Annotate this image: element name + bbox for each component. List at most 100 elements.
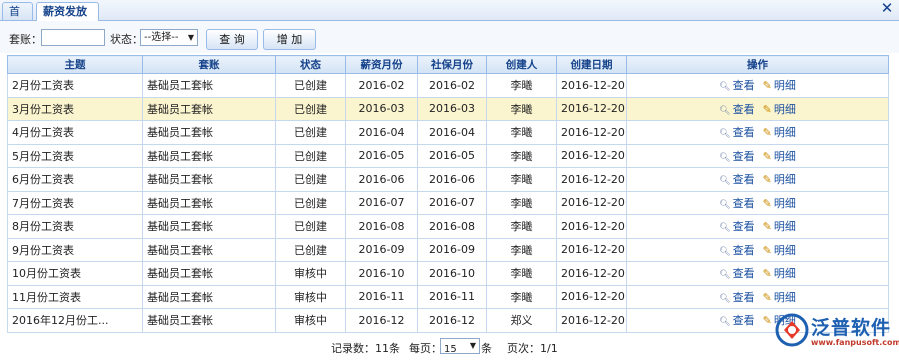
view-link[interactable]: 🔍︎ 查看	[719, 291, 754, 304]
view-link[interactable]: 🔍︎ 查看	[719, 79, 754, 92]
view-link[interactable]: 🔍︎ 查看	[719, 126, 754, 139]
cell-date: 2016-12-20	[556, 284, 627, 309]
table-body: 2月份工资表 基础员工套帐 已创建 2016-02 2016-02 李曦 2016-12-2…	[7, 73, 889, 333]
detail-link-label: 明细	[773, 126, 796, 140]
cell-date: 2016-12-20	[556, 190, 627, 215]
cell-actions: 🔍︎ 查看 ✎ 明细	[626, 237, 889, 262]
detail-link[interactable]: ✎ 明细	[763, 79, 796, 92]
view-link[interactable]: 🔍︎ 查看	[719, 314, 754, 327]
cell-creator: 李曦	[486, 237, 557, 262]
cell-actions: 🔍︎ 查看 ✎ 明细	[626, 167, 889, 192]
cell-status: 已创建	[275, 73, 346, 98]
cell-status: 已创建	[275, 167, 346, 192]
view-link[interactable]: 🔍︎ 查看	[719, 103, 754, 116]
table-row[interactable]: 5月份工资表 基础员工套帐 已创建 2016-05 2016-05 李曦 2016-12-2…	[7, 143, 889, 168]
pencil-icon: ✎	[762, 220, 772, 234]
table-row[interactable]: 10月份工资表 基础员工套帐 审核中 2016-10 2016-10 李曦 2016-12-…	[7, 261, 889, 286]
tab-salary-payment[interactable]: 薪资发放✕	[36, 2, 99, 35]
magnifier-icon: 🔍︎	[719, 82, 731, 93]
pencil-icon: ✎	[762, 243, 772, 257]
cell-subject: 4月份工资表	[7, 120, 143, 145]
table-row[interactable]: 11月份工资表 基础员工套帐 审核中 2016-11 2016-11 李曦 2016-12-…	[7, 284, 889, 309]
magnifier-icon: 🔍︎	[719, 317, 731, 328]
detail-link[interactable]: ✎ 明细	[763, 220, 796, 233]
cell-social-month: 2016-09	[417, 237, 487, 262]
cell-status: 已创建	[275, 237, 346, 262]
table-row[interactable]: 6月份工资表 基础员工套帐 已创建 2016-06 2016-06 李曦 2016-12-2…	[7, 167, 889, 192]
column-header: 创建人	[486, 55, 557, 74]
view-link-label: 查看	[732, 196, 755, 210]
cell-social-month: 2016-05	[417, 143, 487, 168]
query-button[interactable]: 查 询	[206, 29, 258, 50]
cell-social-month: 2016-10	[417, 261, 487, 286]
cell-account: 基础员工套帐	[142, 143, 276, 168]
cell-social-month: 2016-03	[417, 96, 487, 121]
view-link-label: 查看	[732, 220, 755, 234]
cell-account: 基础员工套帐	[142, 73, 276, 98]
cell-creator: 李曦	[486, 261, 557, 286]
table-row[interactable]: 7月份工资表 基础员工套帐 已创建 2016-07 2016-07 李曦 2016-12-2…	[7, 190, 889, 215]
page-indicator: 页次：1/1	[507, 342, 558, 355]
view-link[interactable]: 🔍︎ 查看	[719, 150, 754, 163]
logo-mark-icon	[775, 313, 809, 347]
table-row[interactable]: 2016年12月份工... 基础员工套帐 审核中 2016-12 2016-12 郑义 20…	[7, 308, 889, 333]
view-link[interactable]: 🔍︎ 查看	[719, 173, 754, 186]
add-button[interactable]: 增 加	[263, 29, 316, 50]
logo-url: www.fanpusoft.com	[811, 338, 899, 347]
cell-actions: 🔍︎ 查看 ✎ 明细	[626, 143, 889, 168]
per-page-label: 每页：	[409, 342, 442, 355]
cell-social-month: 2016-06	[417, 167, 487, 192]
tab-home[interactable]: 首页	[2, 2, 33, 35]
detail-link[interactable]: ✎ 明细	[763, 244, 796, 257]
view-link-label: 查看	[732, 267, 755, 281]
table-row[interactable]: 8月份工资表 基础员工套帐 已创建 2016-08 2016-08 李曦 2016-12-2…	[7, 214, 889, 239]
table-row[interactable]: 4月份工资表 基础员工套帐 已创建 2016-04 2016-04 李曦 2016-12-2…	[7, 120, 889, 145]
column-header: 社保月份	[417, 55, 487, 74]
pencil-icon: ✎	[762, 314, 772, 328]
cell-salary-month: 2016-07	[345, 190, 418, 215]
status-select[interactable]: --选择-- ▼	[140, 29, 198, 46]
detail-link[interactable]: ✎ 明细	[763, 103, 796, 116]
view-link[interactable]: 🔍︎ 查看	[719, 220, 754, 233]
cell-salary-month: 2016-11	[345, 284, 418, 309]
account-label: 套账：	[9, 33, 42, 46]
magnifier-icon: 🔍︎	[719, 293, 731, 304]
window-close-icon[interactable]: ✕	[879, 1, 895, 17]
cell-social-month: 2016-02	[417, 73, 487, 98]
cell-creator: 李曦	[486, 143, 557, 168]
cell-subject: 5月份工资表	[7, 143, 143, 168]
table-row[interactable]: 2月份工资表 基础员工套帐 已创建 2016-02 2016-02 李曦 2016-12-2…	[7, 73, 889, 98]
cell-account: 基础员工套帐	[142, 167, 276, 192]
table-row[interactable]: 3月份工资表 基础员工套帐 已创建 2016-03 2016-03 李曦 2016-12-2…	[7, 96, 889, 121]
cell-subject: 9月份工资表	[7, 237, 143, 262]
view-link[interactable]: 🔍︎ 查看	[719, 267, 754, 280]
detail-link[interactable]: ✎ 明细	[763, 150, 796, 163]
cell-creator: 李曦	[486, 120, 557, 145]
detail-link-label: 明细	[773, 173, 796, 187]
column-header: 状态	[275, 55, 346, 74]
view-link[interactable]: 🔍︎ 查看	[719, 244, 754, 257]
detail-link[interactable]: ✎ 明细	[763, 197, 796, 210]
tab-salary-payment-label: 薪资发放	[43, 5, 87, 18]
detail-link[interactable]: ✎ 明细	[763, 291, 796, 304]
pencil-icon: ✎	[762, 267, 772, 281]
detail-link-label: 明细	[773, 196, 796, 210]
account-input[interactable]	[41, 29, 105, 46]
view-link-label: 查看	[732, 79, 755, 93]
detail-link[interactable]: ✎ 明细	[763, 126, 796, 139]
view-link-label: 查看	[732, 314, 755, 328]
magnifier-icon: 🔍︎	[719, 129, 731, 140]
detail-link[interactable]: ✎ 明细	[763, 267, 796, 280]
detail-link-label: 明细	[773, 243, 796, 257]
dropdown-arrow-icon: ▼	[469, 341, 476, 350]
per-page-select[interactable]: 15 ▼	[440, 338, 480, 355]
detail-link[interactable]: ✎ 明细	[763, 173, 796, 186]
pencil-icon: ✎	[762, 196, 772, 210]
table-row[interactable]: 9月份工资表 基础员工套帐 已创建 2016-09 2016-09 李曦 2016-12-2…	[7, 237, 889, 262]
table-header-row: 主题 套账 状态 薪资月份 社保月份 创建人 创建日期 操作	[7, 55, 889, 74]
cell-salary-month: 2016-05	[345, 143, 418, 168]
cell-creator: 李曦	[486, 73, 557, 98]
cell-status: 已创建	[275, 143, 346, 168]
cell-creator: 郑义	[486, 308, 557, 333]
view-link[interactable]: 🔍︎ 查看	[719, 197, 754, 210]
